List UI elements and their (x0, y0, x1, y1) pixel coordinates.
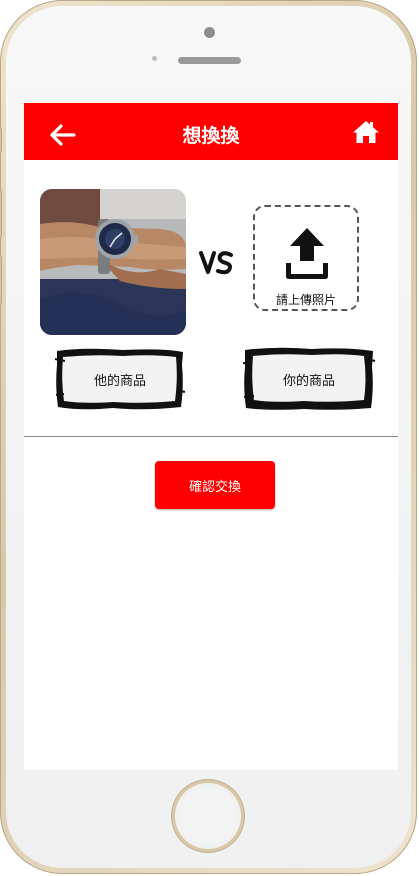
your-item-label: 你的商品 (282, 374, 335, 389)
app-header: 想換換 (24, 103, 398, 160)
vs-label (199, 242, 234, 282)
their-item-label-box[interactable]: 他的商品 (53, 345, 187, 413)
vs-graphic (199, 251, 233, 275)
phone-home-button[interactable] (175, 783, 241, 849)
front-camera (204, 27, 215, 38)
section-divider (24, 436, 398, 437)
volume-up-button (0, 190, 2, 238)
home-icon (353, 121, 379, 143)
volume-down-button (0, 256, 2, 304)
your-item-label-box[interactable]: 你的商品 (242, 345, 376, 413)
upload-photo-button[interactable]: 請上傳照片 (253, 205, 359, 311)
app-screen: 想換換 請上傳照片 他的商品 你的商品 確認交換 (24, 103, 398, 770)
home-nav-button[interactable] (352, 119, 380, 145)
compare-section: 請上傳照片 他的商品 你的商品 (24, 160, 398, 436)
upload-label: 請上傳照片 (275, 293, 336, 307)
earpiece-speaker (178, 57, 241, 64)
confirm-exchange-button[interactable]: 確認交換 (155, 461, 275, 509)
upload-icon (286, 228, 328, 279)
mute-switch (0, 128, 2, 152)
their-item-label: 他的商品 (93, 374, 146, 389)
wristwatch-photo-image (40, 189, 186, 335)
proximity-sensor (152, 56, 157, 61)
page-title: 想換換 (182, 125, 240, 147)
their-item-photo[interactable] (40, 189, 186, 335)
